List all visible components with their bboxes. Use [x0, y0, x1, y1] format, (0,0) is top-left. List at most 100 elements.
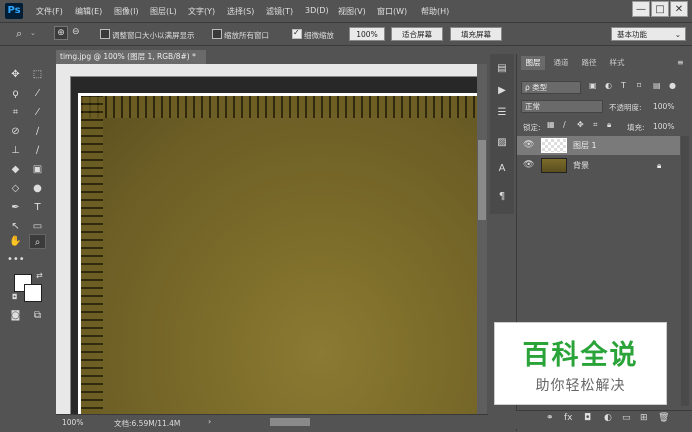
menu-help[interactable]: 帮助(H) — [421, 6, 449, 17]
zoom-all-windows-label: 缩放所有窗口 — [224, 31, 269, 40]
menu-type[interactable]: 文字(Y) — [188, 6, 215, 17]
blur-tool-icon[interactable]: ◇ — [7, 181, 24, 196]
zoom-value-field[interactable]: 100% — [349, 27, 385, 41]
layer-row[interactable]: 👁︎ 背景 🔒︎ — [517, 156, 680, 175]
tab-channels[interactable]: 通道 — [549, 56, 573, 70]
canvas-area[interactable] — [71, 77, 477, 414]
gradient-icon[interactable]: ▣ — [29, 162, 46, 177]
new-layer-icon[interactable]: ⊞ — [640, 413, 648, 423]
path-select-icon[interactable]: ↖ — [7, 219, 24, 234]
menu-filter[interactable]: 滤镜(T) — [266, 6, 293, 17]
zoom-out-icon[interactable]: ⊖ — [72, 27, 80, 37]
filter-smart-icon[interactable]: ▤ — [653, 81, 661, 90]
pen-tool-icon[interactable]: ✒ — [7, 200, 24, 215]
fill-value[interactable]: 100% — [653, 122, 674, 131]
hand-tool-icon[interactable]: ✋ — [7, 234, 24, 249]
minimize-button[interactable]: — — [632, 1, 650, 17]
swap-colors-icon[interactable]: ⇄ — [36, 271, 43, 280]
blend-mode-select[interactable]: 正常 — [521, 100, 603, 113]
menu-file[interactable]: 文件(F) — [36, 6, 63, 17]
vertical-ruler[interactable] — [56, 76, 71, 414]
layer-filter-select[interactable]: ρ 类型 — [521, 81, 581, 94]
adjustments-icon[interactable]: ☰ — [495, 106, 509, 120]
healing-brush-icon[interactable]: ⊘ — [7, 124, 24, 139]
status-arrow-icon[interactable]: › — [208, 417, 211, 426]
marquee-tool-icon[interactable]: ⬚ — [29, 67, 46, 82]
panel-menu-icon[interactable]: ≡ — [677, 58, 684, 67]
lock-artboard-icon[interactable]: ⌗ — [593, 120, 598, 130]
lock-transparent-icon[interactable]: ▦ — [547, 120, 555, 129]
new-group-icon[interactable]: ▭ — [622, 413, 631, 423]
crop-tool-icon[interactable]: ⌗ — [7, 105, 24, 120]
lock-position-icon[interactable]: ✥ — [577, 120, 584, 129]
fx-icon[interactable]: fx — [564, 413, 573, 423]
eyedropper-icon[interactable]: ⁄ — [29, 105, 46, 120]
menu-3d[interactable]: 3D(D) — [305, 6, 329, 15]
vertical-scroll-thumb[interactable] — [478, 140, 486, 220]
actions-play-icon[interactable]: ▶ — [495, 84, 509, 98]
menu-image[interactable]: 图像(I) — [114, 6, 139, 17]
close-button[interactable]: ✕ — [670, 1, 688, 17]
layer-row[interactable]: 👁︎ 图层 1 — [517, 136, 680, 155]
lasso-tool-icon[interactable]: ϙ — [7, 86, 24, 101]
horizontal-scroll-thumb[interactable] — [270, 418, 310, 426]
type-tool-icon[interactable]: T — [29, 200, 46, 215]
trash-icon[interactable]: 🗑︎ — [658, 413, 669, 423]
menu-view[interactable]: 视图(V) — [338, 6, 366, 17]
chevron-down-icon[interactable]: ⌄ — [30, 29, 36, 37]
eye-icon[interactable]: 👁︎ — [523, 156, 534, 175]
zoom-in-icon[interactable]: ⊕ — [54, 26, 68, 40]
filter-toggle-icon[interactable]: ● — [669, 81, 676, 90]
adjustment-layer-icon[interactable]: ◐ — [604, 413, 612, 423]
eraser-icon[interactable]: ◆ — [7, 162, 24, 177]
default-colors-icon[interactable]: ◘ — [12, 293, 18, 301]
screen-mode-icon[interactable]: ⧉ — [29, 308, 46, 323]
zoom-tool-icon[interactable]: ⌕ — [29, 234, 46, 249]
tab-paths[interactable]: 路径 — [577, 56, 601, 70]
maximize-button[interactable]: □ — [651, 1, 669, 17]
more-tools-icon[interactable]: ••• — [7, 252, 25, 267]
resize-windows-checkbox[interactable] — [100, 29, 110, 39]
tab-styles[interactable]: 样式 — [605, 56, 629, 70]
filter-pixel-icon[interactable]: ▣ — [589, 81, 597, 90]
layer-mask-icon[interactable]: ◘ — [584, 413, 591, 423]
scrubby-zoom-checkbox[interactable] — [292, 28, 302, 39]
fit-screen-button[interactable]: 适合屏幕 — [391, 27, 443, 41]
vertical-scrollbar[interactable] — [477, 64, 487, 414]
history-icon[interactable]: ▤ — [495, 62, 509, 76]
brush-tool-icon[interactable]: ∕ — [29, 124, 46, 139]
shape-tool-icon[interactable]: ▭ — [29, 219, 46, 234]
document-image[interactable] — [78, 93, 477, 414]
document-tab[interactable]: timg.jpg @ 100% (图层 1, RGB/8#) * × — [56, 50, 206, 75]
paragraph-icon[interactable]: ¶ — [495, 190, 509, 204]
filter-type-icon[interactable]: T — [621, 81, 626, 90]
properties-icon[interactable]: ▨ — [495, 136, 509, 150]
status-zoom[interactable]: 100% — [62, 418, 83, 427]
magic-wand-icon[interactable]: ⁄ — [29, 86, 46, 101]
link-layers-icon[interactable]: ⚭ — [546, 413, 554, 423]
workspace-select[interactable]: 基本功能 ⌄ — [611, 27, 686, 41]
eye-icon[interactable]: 👁︎ — [523, 136, 534, 155]
history-brush-icon[interactable]: ∕ — [29, 143, 46, 158]
clone-stamp-icon[interactable]: ⊥ — [7, 143, 24, 158]
lock-pixels-icon[interactable]: ∕ — [563, 120, 566, 129]
character-icon[interactable]: A — [495, 162, 509, 176]
menu-window[interactable]: 窗口(W) — [377, 6, 407, 17]
opacity-value[interactable]: 100% — [653, 102, 674, 111]
zoom-icon[interactable]: ⌕ — [16, 27, 22, 41]
move-tool-icon[interactable]: ✥ — [7, 67, 24, 82]
background-color-swatch[interactable] — [24, 284, 42, 302]
fill-screen-button[interactable]: 填充屏幕 — [450, 27, 502, 41]
filter-shape-icon[interactable]: ⌑ — [637, 81, 641, 90]
dodge-tool-icon[interactable]: ● — [29, 181, 46, 196]
menu-select[interactable]: 选择(S) — [227, 6, 254, 17]
filter-adjust-icon[interactable]: ◐ — [605, 81, 612, 90]
menu-edit[interactable]: 编辑(E) — [75, 6, 102, 17]
tab-layers[interactable]: 图层 — [521, 56, 545, 70]
horizontal-ruler[interactable] — [70, 64, 478, 77]
menu-layer[interactable]: 图层(L) — [150, 6, 177, 17]
lock-all-icon[interactable]: 🔒︎ — [607, 120, 611, 130]
zoom-all-windows-checkbox[interactable] — [212, 29, 222, 39]
quick-mask-icon[interactable]: ◙ — [7, 308, 24, 323]
layers-scrollbar[interactable] — [681, 136, 689, 406]
